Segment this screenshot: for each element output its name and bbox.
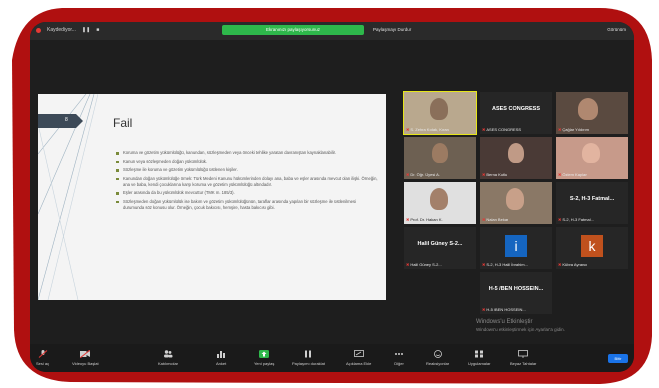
apps-icon: [475, 350, 484, 358]
end-meeting-button[interactable]: Bitir: [608, 354, 628, 363]
more-label: Diğer: [394, 361, 404, 366]
annotate-button[interactable]: Açıklama Ekle: [346, 350, 371, 366]
participant-name-display: S-2, H-3 Fatmal...: [569, 196, 615, 202]
poll-button[interactable]: Anket: [216, 350, 226, 366]
participant-tile[interactable]: ✖Nalan Bekar: [480, 182, 552, 224]
mic-icon: [38, 350, 47, 358]
shared-slide: 8 Fail Koruma ve gözetim yükümlülüğü, ka…: [38, 94, 386, 300]
new-share-button[interactable]: Yeni paylaş: [254, 350, 274, 366]
participant-name: Prof. Dr. Hakan K.: [410, 217, 443, 222]
slide-bullets: Koruma ve gözetim yükümlülüğü, kanundan,…: [116, 150, 378, 213]
participant-tile[interactable]: ✖Çağlar Yıldırım: [556, 92, 628, 134]
annotate-icon: [353, 350, 364, 357]
more-icon: [395, 353, 403, 355]
participant-tile[interactable]: k ✖Kübra Ayrancı: [556, 227, 628, 269]
participant-tile[interactable]: ✖Dr. Öğr. Üyesi A.: [404, 137, 476, 179]
whiteboard-icon: [518, 350, 529, 358]
apps-label: Uygulamalar: [468, 361, 491, 366]
slide-bullet: Koruma ve gözetim yükümlülüğü, kanundan,…: [116, 150, 378, 156]
participant-name-display: Halil Güney S-2...: [417, 241, 463, 247]
participant-name: Nalan Bekar: [486, 217, 509, 222]
participant-name-display: H-5 /BEN HOSSEIN...: [488, 286, 544, 292]
whiteboard-label: Beyaz Tahtalar: [510, 361, 537, 366]
poll-icon: [217, 351, 226, 358]
slide-bullet: Sözleşme ile koruma ve gözetim yükümlülü…: [116, 167, 378, 173]
participant-name: S-2, H-3 Fatmal...: [562, 217, 594, 222]
participant-name-display: ASES CONGRESS: [492, 106, 540, 112]
stop-share-button[interactable]: Paylaşmayı Durdur: [373, 27, 411, 32]
slide-bullet: Eşler arasında da bu yükümlülük mevcuttu…: [116, 190, 378, 196]
meeting-controls: Sesi aç Videoyu Başlat Katılımcılar Anke…: [30, 344, 634, 372]
reactions-button[interactable]: Reaksiyonlar: [426, 350, 449, 366]
share-notice: Ekranınızı paylaşıyorsunuz: [222, 25, 364, 35]
new-share-label: Yeni paylaş: [254, 361, 275, 366]
participant-name: Berna Kutlu: [486, 172, 508, 177]
pause-share-button[interactable]: Paylaşımı duraklat: [292, 350, 325, 366]
whiteboard-button[interactable]: Beyaz Tahtalar: [510, 350, 536, 366]
slide-bullet: Sözleşmeden doğan yükümlülük ise bakım v…: [116, 199, 378, 211]
view-button[interactable]: Görünüm: [607, 27, 626, 32]
share-icon: [259, 350, 270, 358]
participant-name: Halil Güney S-2...: [410, 262, 442, 267]
participants-button[interactable]: Katılımcılar: [158, 350, 178, 366]
participants-icon: [164, 350, 173, 358]
slide-bullet: Kanundan doğan yükümlülüğe örnek: Türk M…: [116, 176, 378, 188]
apps-button[interactable]: Uygulamalar: [468, 350, 490, 366]
participant-name: ASES CONGRESS: [486, 127, 522, 132]
reactions-label: Reaksiyonlar: [426, 361, 450, 366]
slide-bullet: Kanun veya sözleşmeden doğan yükümlülük.: [116, 159, 378, 165]
recording-label: Kaydediyor...: [47, 27, 76, 33]
participant-tile[interactable]: ✖S. Zehra Kıdak, Kıran: [403, 91, 477, 135]
annotate-label: Açıklama Ekle: [346, 361, 372, 366]
participant-name: S. Zehra Kıdak, Kıran: [410, 127, 449, 132]
slide-title: Fail: [113, 116, 133, 130]
participant-name: H-5 /BEN HOSSEIN...: [486, 307, 526, 312]
video-label: Videoyu Başlat: [72, 361, 99, 366]
slide-number-tab: [38, 114, 83, 128]
participant-tile[interactable]: S-2, H-3 Fatmal... ✖S-2, H-3 Fatmal...: [556, 182, 628, 224]
participant-name: Dr. Öğr. Üyesi A.: [410, 172, 440, 177]
mute-button[interactable]: Sesi aç: [36, 350, 49, 366]
avatar: i: [505, 235, 527, 257]
participant-tile[interactable]: ASES CONGRESS ✖ASES CONGRESS: [480, 92, 552, 134]
pause-icon: [305, 350, 312, 358]
top-bar: Kaydediyor... ❚❚ ■ Ekranınızı paylaşıyor…: [30, 22, 634, 40]
zoom-window: Kaydediyor... ❚❚ ■ Ekranınızı paylaşıyor…: [30, 22, 634, 372]
participant-tile[interactable]: ✖Berna Kutlu: [480, 137, 552, 179]
stop-recording-icon[interactable]: ■: [96, 27, 99, 33]
reactions-icon: [433, 350, 442, 358]
video-icon: [80, 350, 91, 358]
mute-label: Sesi aç: [36, 361, 50, 366]
recording-icon: [36, 27, 41, 33]
more-button[interactable]: Diğer: [394, 350, 404, 366]
slide-number: 8: [65, 117, 68, 123]
participant-tile[interactable]: H-5 /BEN HOSSEIN... ✖H-5 /BEN HOSSEIN...: [480, 272, 552, 314]
avatar: k: [581, 235, 603, 257]
participant-tile[interactable]: ✖Prof. Dr. Hakan K.: [404, 182, 476, 224]
participant-tile[interactable]: Halil Güney S-2... ✖Halil Güney S-2...: [404, 227, 476, 269]
participant-tile[interactable]: i ✖S-2, H-3 Halil İbrahim...: [480, 227, 552, 269]
windows-activation-watermark: Windows'u Etkinleştir Windows'u etkinleş…: [476, 318, 565, 334]
pause-recording-icon[interactable]: ❚❚: [82, 27, 90, 33]
poll-label: Anket: [216, 361, 227, 366]
participant-name: Çağlar Yıldırım: [562, 127, 589, 132]
participant-tile[interactable]: ✖Özlem Kaplan: [556, 137, 628, 179]
participants-label: Katılımcılar: [158, 361, 179, 366]
watermark-title: Windows'u Etkinleştir: [476, 319, 533, 325]
participant-name: Özlem Kaplan: [562, 172, 588, 177]
watermark-subtitle: Windows'u etkinleştirmek için Ayarlar'a …: [476, 327, 565, 332]
pause-share-label: Paylaşımı duraklat: [292, 361, 325, 366]
participant-name: Kübra Ayrancı: [562, 262, 588, 267]
participant-name: S-2, H-3 Halil İbrahim...: [486, 262, 528, 267]
start-video-button[interactable]: Videoyu Başlat: [72, 350, 99, 366]
